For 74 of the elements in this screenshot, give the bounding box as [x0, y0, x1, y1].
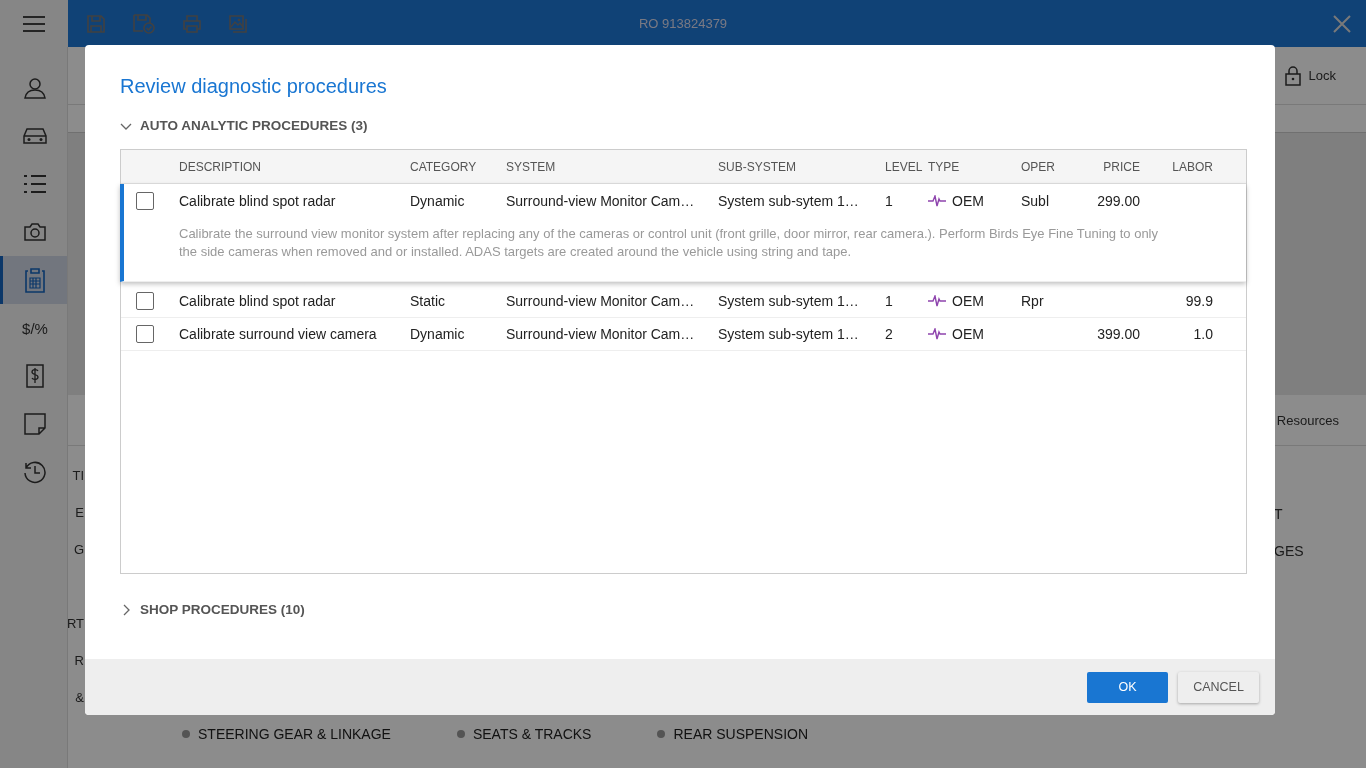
table-cell-text: System sub-sytem 1…: [718, 192, 860, 209]
section-label: G: [73, 542, 84, 559]
section-header[interactable]: AUTO ANALYTIC PROCEDURES (3): [120, 118, 1247, 133]
table-row[interactable]: Calibrate surround view camera Dynamic Surround-view Monitor Cam… System sub-sytem 1… 2 OEM 399.00 1.0: [121, 318, 1246, 351]
table-cell: Rpr: [1021, 293, 1044, 309]
window-title: RO 913824379: [638, 16, 728, 31]
column-header: LEVEL: [885, 159, 924, 174]
table-cell: Subl: [1021, 192, 1050, 209]
table-cell: 1.0: [1193, 326, 1213, 342]
clipboard-icon: [24, 267, 46, 293]
section-label: R: [74, 653, 84, 670]
table-cell: OEM: [952, 326, 984, 342]
table-row[interactable]: [120, 184, 1246, 282]
table-cell-text: 1: [885, 192, 894, 209]
table-cell-text: Surround-view Monitor Cam…: [506, 326, 696, 342]
section-label: GES: [1274, 543, 1304, 561]
column-header: CATEGORY: [410, 159, 478, 174]
section-header[interactable]: SHOP PROCEDURES (10): [120, 602, 1247, 617]
table-cell-text: Dynamic: [410, 192, 466, 209]
section-label: E: [75, 505, 84, 522]
sidebar-item[interactable]: $/%: [0, 304, 67, 352]
category-tag[interactable]: REAR SUSPENSION: [657, 726, 809, 742]
section-label: TI: [72, 468, 84, 485]
category-tag[interactable]: SEATS & TRACKS: [456, 726, 592, 742]
table-cell: 399.00: [1097, 326, 1140, 342]
table-cell-text: 1: [885, 293, 894, 309]
pulse-icon: [928, 295, 946, 307]
table-cell-text: Static: [410, 293, 446, 309]
column-header: TYPE: [928, 159, 961, 174]
lock-label[interactable]: Lock: [1308, 68, 1336, 83]
pulse-icon: [928, 194, 946, 207]
table-cell: 299.00: [1097, 192, 1140, 209]
column-header: SYSTEM: [506, 159, 557, 174]
section-label: &: [75, 690, 84, 707]
column-header: LABOR: [1171, 159, 1213, 174]
table-row[interactable]: Calibrate blind spot radar Static Surround-view Monitor Cam… System sub-sytem 1… 1 OEM Rpr 99.9: [121, 285, 1246, 318]
section-label: RT: [66, 616, 84, 633]
dialog-title: Review diagnostic procedures: [120, 75, 388, 98]
menu-icon[interactable]: [22, 14, 46, 33]
table-cell-text: Calibrate blind spot radar: [179, 293, 337, 309]
table-cell: OEM: [952, 192, 984, 209]
column-header: DESCRIPTION: [179, 159, 262, 174]
table-cell-text: Calibrate blind spot radar: [179, 192, 337, 209]
table-cell-text: Surround-view Monitor Cam…: [506, 293, 696, 309]
invoice-icon: [24, 363, 46, 389]
note-icon: [23, 412, 47, 436]
close-icon[interactable]: [1333, 15, 1351, 33]
list-icon: [23, 173, 47, 195]
history-icon: [23, 460, 47, 484]
column-header: PRICE: [1102, 159, 1140, 174]
camera-icon: [23, 222, 47, 242]
pulse-icon: [928, 328, 946, 340]
table-cell-text: Dynamic: [410, 326, 466, 342]
column-header: SUB-SYSTEM: [718, 159, 797, 174]
table-cell-text: 2: [885, 326, 894, 342]
checkbox[interactable]: [136, 325, 154, 343]
save-check-icon[interactable]: [132, 12, 156, 35]
sidebar-item[interactable]: [0, 256, 67, 304]
category-tag[interactable]: STEERING GEAR & LINKAGE: [182, 726, 391, 742]
lock-icon[interactable]: [1284, 65, 1301, 86]
table-cell-text: Calibrate surround view camera: [179, 326, 378, 342]
table-cell: OEM: [952, 293, 984, 309]
procedure-description: Calibrate the surround view monitor system after replacing any of the cameras or control unit (front grille, door mirror, rear camera.). Perform Birds Eye Fine Tuning to only the side cameras when removed and or installed. ADAS targets are created around the vehicle using string and tape.: [178, 225, 1159, 261]
table-cell: 99.9: [1185, 293, 1213, 309]
table-cell-text: Surround-view Monitor Cam…: [506, 192, 696, 209]
checkbox[interactable]: [136, 191, 154, 210]
table-cell-text: System sub-sytem 1…: [718, 326, 860, 342]
car-icon: [22, 126, 48, 146]
checkbox[interactable]: [136, 292, 154, 310]
column-header: OPER: [1021, 159, 1056, 174]
cancel-button[interactable]: CANCEL: [1178, 671, 1259, 703]
person-icon: [23, 76, 47, 100]
ok-button[interactable]: OK: [1087, 671, 1168, 703]
table-cell-text: System sub-sytem 1…: [718, 293, 860, 309]
